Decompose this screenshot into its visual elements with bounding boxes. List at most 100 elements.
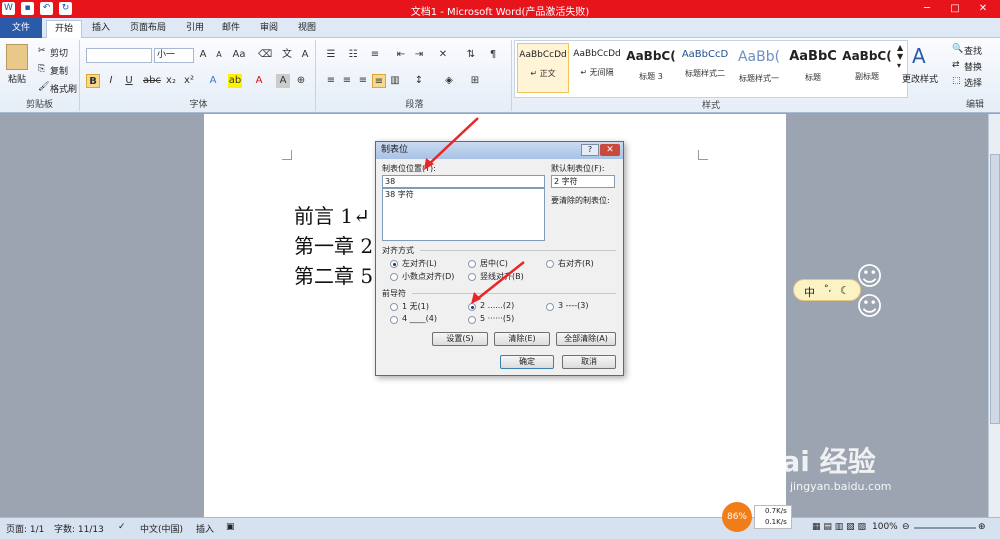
change-styles-icon[interactable]: A: [912, 44, 926, 68]
zoom-slider[interactable]: [914, 527, 976, 529]
language-indicator[interactable]: 中文(中国): [140, 522, 183, 535]
zoom-in-icon[interactable]: ⊕: [978, 522, 986, 532]
chinese-layout-icon[interactable]: ✕: [436, 48, 450, 62]
clear-button[interactable]: 清除(E): [494, 332, 550, 346]
leader-5-label[interactable]: 5 ······(5): [480, 314, 514, 323]
align-right-label[interactable]: 右对齐(R): [558, 258, 594, 269]
paste-icon[interactable]: [6, 44, 28, 70]
highlight-icon[interactable]: ab: [228, 74, 242, 88]
dialog-close-button[interactable]: ✕: [600, 144, 620, 156]
cut-button[interactable]: 剪切: [50, 46, 68, 59]
change-case-icon[interactable]: Aa: [232, 48, 246, 62]
subscript-button[interactable]: x₂: [164, 74, 178, 88]
ok-button[interactable]: 确定: [500, 355, 554, 369]
italic-button[interactable]: I: [104, 74, 118, 88]
shading-icon[interactable]: ◈: [442, 74, 456, 88]
network-speed-ball[interactable]: 86%: [722, 502, 752, 532]
format-painter-button[interactable]: 格式刷: [50, 82, 77, 95]
tab-view[interactable]: 视图: [290, 20, 324, 38]
word-count[interactable]: 字数: 11/13: [54, 522, 104, 535]
copy-icon[interactable]: ⎘: [38, 64, 45, 74]
doc-line[interactable]: 第二章 5: [294, 260, 373, 289]
numbering-icon[interactable]: ☷: [346, 48, 360, 62]
decrease-indent-icon[interactable]: ⇤: [394, 48, 408, 62]
zoom-level[interactable]: 100%: [872, 522, 898, 532]
sort-icon[interactable]: ⇅: [464, 48, 478, 62]
align-bar-radio[interactable]: [468, 273, 476, 281]
align-bar-label[interactable]: 竖线对齐(B): [480, 271, 524, 282]
tab-stops-list[interactable]: 38 字符: [382, 188, 545, 241]
line-spacing-icon[interactable]: ↕: [412, 74, 426, 88]
char-border-icon[interactable]: A: [298, 48, 312, 62]
page-indicator[interactable]: 页面: 1/1: [6, 522, 44, 535]
increase-indent-icon[interactable]: ⇥: [412, 48, 426, 62]
copy-button[interactable]: 复制: [50, 64, 68, 77]
align-decimal-radio[interactable]: [390, 273, 398, 281]
leader-4-label[interactable]: 4 ____(4): [402, 314, 437, 323]
clear-format-icon[interactable]: ⌫: [258, 48, 272, 62]
align-center-radio[interactable]: [468, 260, 476, 268]
cut-icon[interactable]: ✂: [38, 46, 46, 56]
doc-line[interactable]: 前言 1↵: [294, 200, 370, 229]
distributed-icon[interactable]: ▥: [388, 74, 402, 88]
style-subtitle[interactable]: AaBbC( 副标题: [841, 43, 893, 93]
scroll-thumb[interactable]: [990, 154, 1000, 424]
align-right-radio[interactable]: [546, 260, 554, 268]
align-center-label[interactable]: 居中(C): [480, 258, 508, 269]
show-marks-icon[interactable]: ¶: [486, 48, 500, 62]
find-icon[interactable]: 🔍: [952, 44, 963, 54]
zoom-out-icon[interactable]: ⊖: [902, 522, 910, 532]
tab-stop-item[interactable]: 38 字符: [385, 189, 544, 200]
text-effects-icon[interactable]: A: [206, 74, 220, 88]
change-styles-button[interactable]: 更改样式: [902, 72, 938, 85]
default-tab-input[interactable]: 2 字符: [551, 175, 615, 188]
align-decimal-label[interactable]: 小数点对齐(D): [402, 271, 454, 282]
style-heading-1[interactable]: AaBb( 标题样式一: [733, 43, 785, 93]
select-button[interactable]: 选择: [964, 76, 982, 89]
leader-3-label[interactable]: 3 ----(3): [558, 301, 589, 310]
font-color-icon[interactable]: A: [252, 74, 266, 88]
style-no-spacing[interactable]: AaBbCcDd ↵ 无间隔: [571, 43, 623, 93]
proofing-icon[interactable]: ✓: [118, 522, 126, 532]
align-left-radio[interactable]: [390, 260, 398, 268]
tab-references[interactable]: 引用: [178, 20, 212, 38]
tab-position-input[interactable]: 38: [382, 175, 545, 188]
leader-4-radio[interactable]: [390, 316, 398, 324]
align-left-label[interactable]: 左对齐(L): [402, 258, 437, 269]
close-button[interactable]: ✕: [970, 1, 996, 16]
ime-toolbar[interactable]: 中 °, ☾: [793, 279, 861, 301]
align-center-icon[interactable]: ≡: [340, 74, 354, 88]
font-name-select[interactable]: [86, 48, 152, 63]
format-painter-icon[interactable]: 🖌: [38, 82, 49, 92]
multilevel-list-icon[interactable]: ≡: [368, 48, 382, 62]
tab-page-layout[interactable]: 页面布局: [122, 20, 174, 38]
leader-3-radio[interactable]: [546, 303, 554, 311]
align-left-icon[interactable]: ≡: [324, 74, 338, 88]
tab-home[interactable]: 开始: [46, 20, 83, 38]
bold-button[interactable]: B: [86, 74, 100, 88]
view-buttons[interactable]: ▦ ▤ ▥ ▧ ▨: [812, 522, 866, 532]
moon-icon[interactable]: ☾: [840, 284, 850, 297]
set-button[interactable]: 设置(S): [432, 332, 488, 346]
maximize-button[interactable]: □: [942, 1, 968, 16]
superscript-button[interactable]: x²: [182, 74, 196, 88]
find-button[interactable]: 查找: [964, 44, 982, 57]
tab-mailings[interactable]: 邮件: [214, 20, 248, 38]
leader-2-label[interactable]: 2 ......(2): [480, 301, 514, 310]
leader-2-radio[interactable]: [468, 303, 476, 311]
phonetic-guide-icon[interactable]: 文: [280, 48, 294, 62]
char-shading-icon[interactable]: A: [276, 74, 290, 88]
justify-icon[interactable]: ≡: [372, 74, 386, 88]
shrink-font-icon[interactable]: A: [212, 48, 226, 62]
replace-button[interactable]: 替换: [964, 60, 982, 73]
style-heading-2[interactable]: AaBbCcD 标题样式二: [679, 43, 731, 93]
help-button[interactable]: ?: [581, 144, 599, 156]
ime-mode-label[interactable]: 中: [804, 284, 815, 300]
enclose-char-icon[interactable]: ⊕: [294, 74, 308, 88]
font-size-select[interactable]: 小一: [154, 48, 194, 63]
tab-file[interactable]: 文件: [0, 18, 42, 38]
vertical-scrollbar[interactable]: [988, 114, 1000, 517]
minimize-button[interactable]: ─: [914, 1, 940, 16]
style-title[interactable]: AaBbC 标题: [787, 43, 839, 93]
align-right-icon[interactable]: ≡: [356, 74, 370, 88]
